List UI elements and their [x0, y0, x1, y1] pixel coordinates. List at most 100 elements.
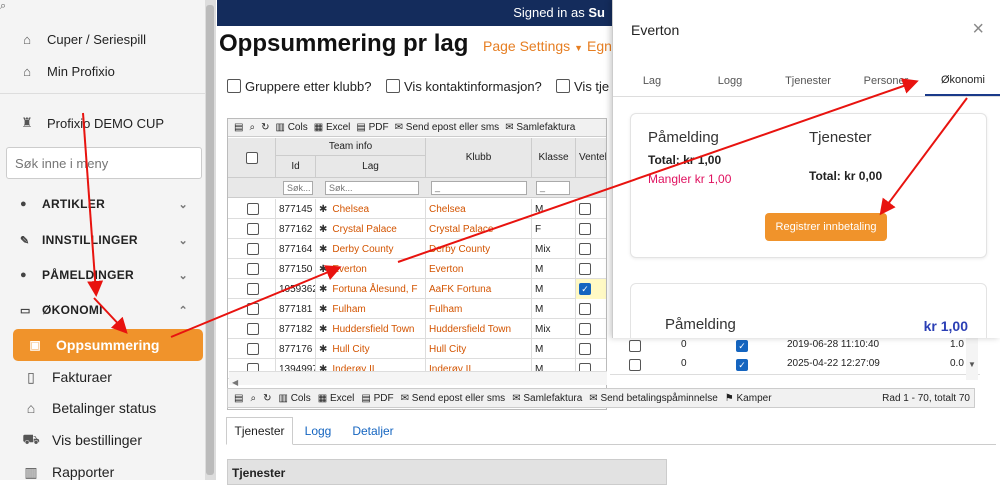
sidebar-item-min-profixio[interactable]: ⌂ Min Profixio — [0, 56, 205, 86]
tab-detaljer[interactable]: Detaljer — [344, 417, 402, 445]
refresh-icon[interactable]: ↻ — [263, 393, 271, 404]
row-checkbox-checked[interactable]: ✓ — [736, 359, 748, 371]
gear-icon[interactable]: ✱ — [319, 224, 327, 235]
kamper-button[interactable]: ⚑ Kamper — [725, 393, 772, 404]
row-checkbox[interactable] — [247, 203, 259, 215]
toolbar-icon[interactable]: ▤ — [234, 122, 243, 133]
klubb-cell[interactable]: Fulham — [426, 299, 532, 319]
sidebar-search-input[interactable] — [6, 147, 202, 179]
sidebar-section-artikler[interactable]: ● ARTIKLER ⌄ — [0, 191, 200, 217]
table-row[interactable]: 877181 ✱ Fulham Fulham M — [228, 299, 606, 319]
row-checkbox[interactable] — [247, 303, 259, 315]
lag-cell[interactable]: ✱ Huddersfield Town — [316, 319, 426, 339]
lag-cell[interactable]: ✱ Chelsea — [316, 199, 426, 219]
row-checkbox[interactable] — [629, 340, 641, 352]
search-icon[interactable]: ⌕ — [249, 122, 255, 133]
lag-cell[interactable]: ✱ Derby County — [316, 239, 426, 259]
row-checkbox-checked[interactable]: ✓ — [736, 340, 748, 352]
gear-icon[interactable]: ✱ — [319, 284, 327, 295]
register-payment-button[interactable]: Registrer innbetaling — [765, 213, 887, 241]
ventel-checkbox[interactable] — [579, 243, 591, 255]
klubb-cell[interactable]: Derby County — [426, 239, 532, 259]
ventel-header[interactable]: Ventel — [576, 138, 606, 178]
extra-row[interactable]: 0 ✓ 2025-04-22 12:27:09 0.0 — [610, 355, 980, 375]
table-row[interactable]: 1059362 ✱ Fortuna Ålesund, F AaFK Fortuna M ✓ — [228, 279, 606, 299]
klubb-filter-select[interactable]: _ — [431, 181, 527, 195]
id-header[interactable]: Id — [276, 156, 316, 178]
extra-row[interactable]: 0 ✓ 2019-06-28 11:10:40 1.0 — [610, 336, 980, 356]
lag-link[interactable]: Crystal Palace — [332, 224, 396, 235]
sidebar-item-oppsummering[interactable]: ▣ Oppsummering — [13, 329, 203, 361]
gear-icon[interactable]: ✱ — [319, 304, 327, 315]
sidebar-scrollbar-thumb[interactable] — [206, 5, 214, 475]
ventel-checkbox[interactable] — [579, 263, 591, 275]
modal-tab-logg[interactable]: Logg — [691, 66, 769, 96]
table-row[interactable]: 877145 ✱ Chelsea Chelsea M — [228, 199, 606, 219]
lag-link[interactable]: Derby County — [332, 244, 393, 255]
search-icon[interactable]: ⌕ — [250, 393, 256, 404]
klubb-cell[interactable]: Huddersfield Town — [426, 319, 532, 339]
row-checkbox[interactable] — [247, 283, 259, 295]
lag-filter-input[interactable] — [325, 181, 419, 195]
sidebar-item-vis-bestillinger[interactable]: ⛟ Vis bestillinger — [22, 426, 142, 454]
klubb-cell[interactable]: AaFK Fortuna — [426, 279, 532, 299]
ventel-checkbox[interactable] — [579, 343, 591, 355]
modal-tab-lag[interactable]: Lag — [613, 66, 691, 96]
sidebar-item-fakturaer[interactable]: ▯ Fakturaer — [22, 363, 112, 391]
ventel-checkbox[interactable] — [579, 303, 591, 315]
send-reminder-button[interactable]: ✉ Send betalingspåminnelse — [589, 393, 717, 404]
table-row[interactable]: 877162 ✱ Crystal Palace Crystal Palace F — [228, 219, 606, 239]
klasse-header[interactable]: Klasse — [532, 138, 576, 178]
modal-tab-personer[interactable]: Personer — [847, 66, 925, 96]
id-filter-input[interactable] — [283, 181, 313, 195]
lag-link[interactable]: Fortuna Ålesund, F — [332, 284, 417, 295]
samlefaktura-button[interactable]: ✉ Samlefaktura — [512, 393, 582, 404]
table-row[interactable]: 877182 ✱ Huddersfield Town Huddersfield Tow… — [228, 319, 606, 339]
scroll-left-icon[interactable]: ◀ — [232, 378, 238, 387]
close-icon[interactable]: × — [972, 18, 984, 41]
send-email-button[interactable]: ✉ Send epost eller sms — [401, 393, 506, 404]
modal-tab-okonomi[interactable]: Økonomi — [925, 66, 1000, 96]
show-contact-checkbox[interactable] — [386, 79, 400, 93]
sidebar-item-cuper[interactable]: ⌂ Cuper / Seriespill — [0, 24, 205, 54]
lag-link[interactable]: Hull City — [332, 344, 369, 355]
page-settings-link[interactable]: Page Settings ▼ — [483, 38, 583, 54]
excel-button[interactable]: ▦ Excel — [314, 122, 351, 133]
excel-button[interactable]: ▦ Excel — [318, 393, 355, 404]
row-checkbox[interactable] — [247, 323, 259, 335]
sidebar-item-rapporter[interactable]: ▥ Rapporter — [22, 458, 114, 486]
lag-link[interactable]: Chelsea — [332, 204, 369, 215]
sidebar-section-innstillinger[interactable]: ✎ INNSTILLINGER ⌄ — [0, 227, 200, 253]
gear-icon[interactable]: ✱ — [319, 344, 327, 355]
lag-cell[interactable]: ✱ Fortuna Ålesund, F — [316, 279, 426, 299]
scroll-down-icon[interactable]: ▼ — [966, 360, 978, 369]
samlefaktura-button[interactable]: ✉ Samlefaktura — [505, 122, 575, 133]
lag-link[interactable]: Huddersfield Town — [332, 324, 414, 335]
toolbar-icon[interactable]: ▤ — [234, 393, 243, 404]
lag-cell[interactable]: ✱ Crystal Palace — [316, 219, 426, 239]
klasse-filter-select[interactable]: _ — [536, 181, 570, 195]
table-row[interactable]: 877176 ✱ Hull City Hull City M — [228, 339, 606, 359]
ventel-checkbox[interactable] — [579, 223, 591, 235]
gear-icon[interactable]: ✱ — [319, 244, 327, 255]
gear-icon[interactable]: ✱ — [319, 324, 327, 335]
gear-icon[interactable]: ✱ — [319, 204, 327, 215]
sidebar-section-okonomi[interactable]: ▭ ØKONOMI ⌃ — [0, 297, 200, 323]
modal-tab-tjenester[interactable]: Tjenester — [769, 66, 847, 96]
egn-link[interactable]: Egn — [587, 38, 612, 54]
row-checkbox[interactable] — [247, 223, 259, 235]
sidebar-section-pameldinger[interactable]: ● PÅMELDINGER ⌄ — [0, 262, 200, 288]
row-checkbox[interactable] — [247, 343, 259, 355]
lag-cell[interactable]: ✱ Everton — [316, 259, 426, 279]
ventel-checkbox[interactable]: ✓ — [579, 283, 591, 295]
gear-icon[interactable]: ✱ — [319, 264, 327, 275]
refresh-icon[interactable]: ↻ — [261, 122, 269, 133]
table-row[interactable]: 877164 ✱ Derby County Derby County Mix — [228, 239, 606, 259]
lag-header[interactable]: Lag — [316, 156, 426, 178]
cols-button[interactable]: ▥ Cols — [275, 122, 307, 133]
klubb-header[interactable]: Klubb — [426, 138, 532, 178]
sidebar-item-cup[interactable]: ♜ Profixio DEMO CUP — [0, 108, 205, 138]
lag-link[interactable]: Fulham — [332, 304, 365, 315]
tab-logg[interactable]: Logg — [296, 417, 340, 445]
grid-vertical-scrollbar[interactable]: ▼ — [966, 338, 978, 380]
